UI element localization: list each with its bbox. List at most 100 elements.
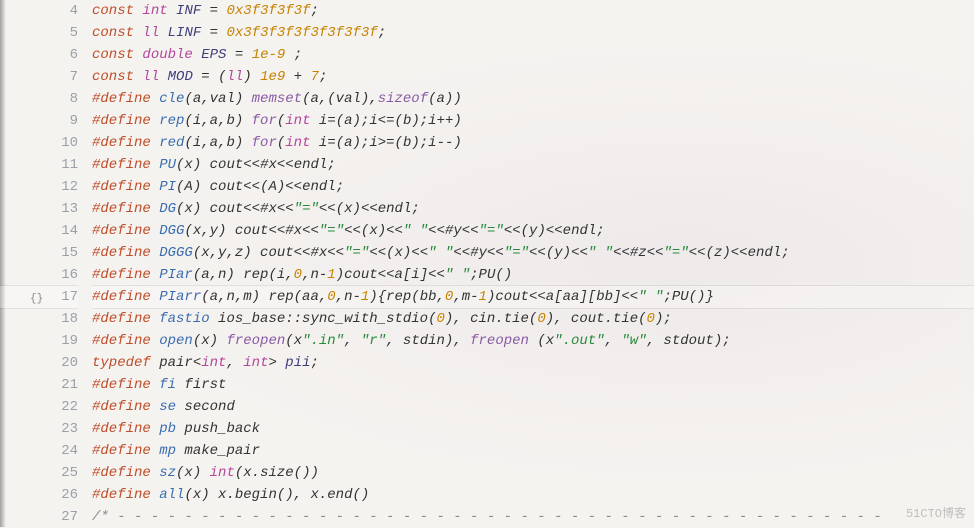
code-line[interactable]: const int INF = 0x3f3f3f3f;	[92, 0, 974, 22]
code-line[interactable]: /* - - - - - - - - - - - - - - - - - - -…	[92, 506, 974, 528]
token-plain: #x	[285, 223, 302, 239]
token-pp: #define	[92, 245, 151, 261]
token-plain	[151, 179, 159, 195]
token-name: LINF	[168, 25, 202, 41]
token-plain	[302, 69, 310, 85]
token-type: ll	[142, 69, 159, 85]
token-pp: #define	[92, 333, 151, 349]
token-plain: #x	[260, 157, 277, 173]
token-op: ;	[294, 47, 302, 63]
token-plain	[151, 223, 159, 239]
code-line[interactable]: typedef pair<int, int> pii;	[92, 352, 974, 374]
code-line[interactable]: #define PI(A) cout<<(A)<<endl;	[92, 176, 974, 198]
token-pp: #define	[92, 223, 151, 239]
token-mac: open	[159, 333, 193, 349]
token-op: <<	[453, 245, 470, 261]
token-fn: for	[252, 113, 277, 129]
token-num: 1	[327, 267, 335, 283]
token-plain: )	[243, 69, 260, 85]
token-type: int	[285, 135, 310, 151]
line-number: 13	[0, 198, 78, 220]
token-op: <<	[277, 157, 294, 173]
line-number: 16	[0, 264, 78, 286]
code-line[interactable]: #define red(i,a,b) for(int i=(a);i>=(b);…	[92, 132, 974, 154]
code-line[interactable]: {}#define PIarr(a,n,m) rep(aa,0,n-1){rep…	[92, 286, 974, 308]
token-plain: (a);i	[336, 113, 378, 129]
token-str: "r"	[361, 333, 386, 349]
code-line[interactable]: #define pb push_back	[92, 418, 974, 440]
token-pp: #define	[92, 465, 151, 481]
token-op: =	[201, 69, 209, 85]
code-line[interactable]: const ll MOD = (ll) 1e9 + 7;	[92, 66, 974, 88]
token-type: int	[243, 355, 268, 371]
token-op: <<	[378, 267, 395, 283]
line-number-gutter: 4567891011121314151617181920212223242526…	[0, 0, 88, 527]
token-plain: (a);i	[336, 135, 378, 151]
token-plain	[151, 487, 159, 503]
code-line[interactable]: #define all(x) x.begin(), x.end()	[92, 484, 974, 506]
token-op: <<	[302, 223, 319, 239]
token-mac: fastio	[159, 311, 209, 327]
token-op: <<	[613, 245, 630, 261]
code-line[interactable]: const ll LINF = 0x3f3f3f3f3f3f3f3f;	[92, 22, 974, 44]
token-fn: memset	[252, 91, 302, 107]
code-line[interactable]: #define DGGG(x,y,z) cout<<#x<<"="<<(x)<<…	[92, 242, 974, 264]
token-mac: se	[159, 399, 176, 415]
token-plain: ){rep(bb,	[369, 289, 445, 305]
code-line[interactable]: #define DG(x) cout<<#x<<"="<<(x)<<endl;	[92, 198, 974, 220]
token-mac: cle	[159, 91, 184, 107]
token-plain: (x	[285, 333, 302, 349]
token-plain	[193, 69, 201, 85]
token-op: --	[437, 135, 454, 151]
fold-marker[interactable]: {}	[30, 288, 43, 310]
code-line[interactable]: #define DGG(x,y) cout<<#x<<"="<<(x)<<" "…	[92, 220, 974, 242]
token-type: int	[210, 465, 235, 481]
token-plain	[151, 289, 159, 305]
code-line[interactable]: #define rep(i,a,b) for(int i=(a);i<=(b);…	[92, 110, 974, 132]
code-line[interactable]: #define mp make_pair	[92, 440, 974, 462]
token-plain: (x)	[386, 245, 411, 261]
code-line[interactable]: #define sz(x) int(x.size())	[92, 462, 974, 484]
token-fn: sizeof	[378, 91, 428, 107]
token-plain: )	[453, 135, 461, 151]
token-plain: )cout	[336, 267, 378, 283]
token-num: 0	[537, 311, 545, 327]
token-plain: endl;	[294, 157, 336, 173]
code-line[interactable]: #define se second	[92, 396, 974, 418]
line-number: 10	[0, 132, 78, 154]
token-plain: #y	[445, 223, 462, 239]
code-editor[interactable]: 4567891011121314151617181920212223242526…	[0, 0, 974, 527]
line-number: 21	[0, 374, 78, 396]
token-plain	[151, 91, 159, 107]
token-num: 1e9	[260, 69, 285, 85]
line-number: 25	[0, 462, 78, 484]
token-plain	[151, 201, 159, 217]
token-pp: #define	[92, 267, 151, 283]
token-plain: (A)	[260, 179, 285, 195]
token-plain: endl;	[378, 201, 420, 217]
token-type: int	[285, 113, 310, 129]
token-plain: (a,n,m) rep(aa,	[201, 289, 327, 305]
token-plain: pair	[151, 355, 193, 371]
token-num: 0x3f3f3f3f	[226, 3, 310, 19]
token-plain: i	[311, 135, 328, 151]
token-fn: freopen	[470, 333, 529, 349]
line-number: 6	[0, 44, 78, 66]
token-op: <<	[546, 223, 563, 239]
code-line[interactable]: #define open(x) freopen(x".in", "r", std…	[92, 330, 974, 352]
token-op: <<	[428, 223, 445, 239]
code-area[interactable]: const int INF = 0x3f3f3f3f;const ll LINF…	[88, 0, 974, 527]
token-op: <<	[487, 245, 504, 261]
token-plain: #x	[260, 201, 277, 217]
code-line[interactable]: #define PIar(a,n) rep(i,0,n-1)cout<<a[i]…	[92, 264, 974, 286]
code-line[interactable]: const double EPS = 1e-9 ;	[92, 44, 974, 66]
token-str: "="	[479, 223, 504, 239]
token-str: "="	[344, 245, 369, 261]
code-line[interactable]: #define fastio ios_base::sync_with_stdio…	[92, 308, 974, 330]
token-plain	[159, 69, 167, 85]
token-plain: (x)	[361, 223, 386, 239]
token-name: EPS	[201, 47, 226, 63]
code-line[interactable]: #define fi first	[92, 374, 974, 396]
code-line[interactable]: #define cle(a,val) memset(a,(val),sizeof…	[92, 88, 974, 110]
code-line[interactable]: #define PU(x) cout<<#x<<endl;	[92, 154, 974, 176]
